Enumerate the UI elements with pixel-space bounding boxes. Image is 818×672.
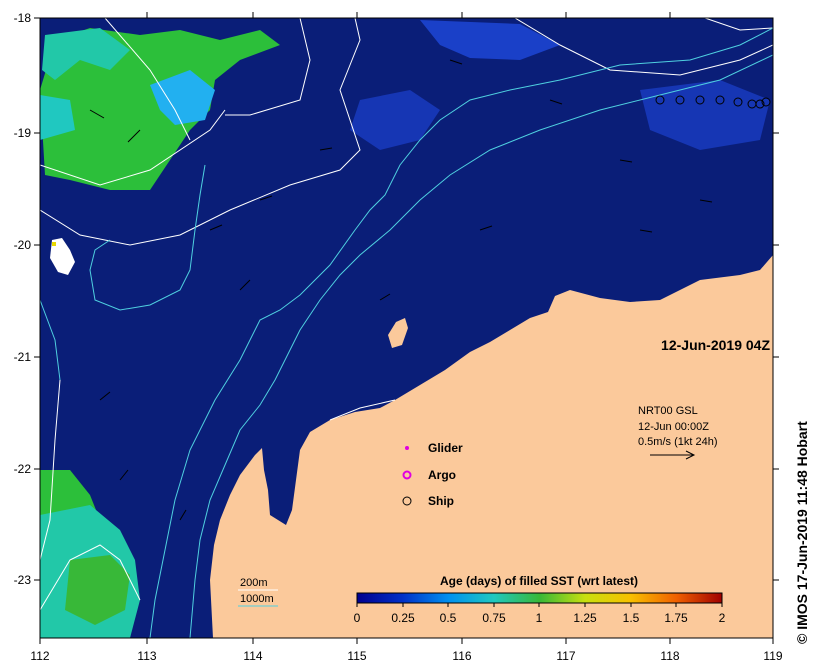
colorbar-tick: 0.75 [482, 611, 506, 625]
date-label: 12-Jun-2019 04Z [661, 337, 770, 353]
y-tick-label: -20 [14, 238, 32, 252]
colorbar-tick: 0.25 [391, 611, 415, 625]
y-tick-label: -19 [14, 126, 32, 140]
yellow-pixel [52, 242, 56, 246]
credit-label: © IMOS 17-Jun-2019 11:48 Hobart [794, 421, 810, 644]
y-tick-label: -23 [14, 573, 32, 587]
y-tick-label: -22 [14, 462, 32, 476]
glider-label: Glider [428, 441, 463, 455]
colorbar-tick: 2 [719, 611, 726, 625]
current-legend-line: NRT00 GSL [638, 405, 698, 417]
x-tick-label: 117 [556, 649, 575, 663]
x-tick-label: 114 [243, 649, 262, 663]
isobath-1000-label: 1000m [240, 593, 274, 605]
ship-label: Ship [428, 494, 454, 508]
colorbar-tick: 0 [354, 611, 361, 625]
y-tick-label: -18 [14, 11, 32, 25]
x-tick-label: 118 [660, 649, 679, 663]
x-tick-label: 113 [137, 649, 156, 663]
y-tick-label: -21 [14, 350, 32, 364]
x-tick-label: 116 [452, 649, 471, 663]
argo-label: Argo [428, 468, 456, 482]
current-legend-line: 12-Jun 00:00Z [638, 421, 709, 433]
x-tick-label: 112 [30, 649, 49, 663]
isobath-200-label: 200m [240, 577, 268, 589]
x-tick-label: 119 [763, 649, 782, 663]
colorbar-tick: 1.25 [573, 611, 597, 625]
colorbar-scale [356, 592, 723, 604]
glider-icon [405, 446, 409, 450]
current-legend-line: 0.5m/s (1kt 24h) [638, 436, 717, 448]
colorbar-title: Age (days) of filled SST (wrt latest) [440, 574, 638, 588]
colorbar-tick: 1.75 [664, 611, 688, 625]
colorbar-tick: 0.5 [440, 611, 457, 625]
colorbar-tick: 1 [536, 611, 543, 625]
colorbar-tick: 1.5 [623, 611, 640, 625]
x-tick-label: 115 [347, 649, 366, 663]
sst-map: 112 113 114 115 116 117 118 119 -18 -19 … [14, 11, 783, 663]
